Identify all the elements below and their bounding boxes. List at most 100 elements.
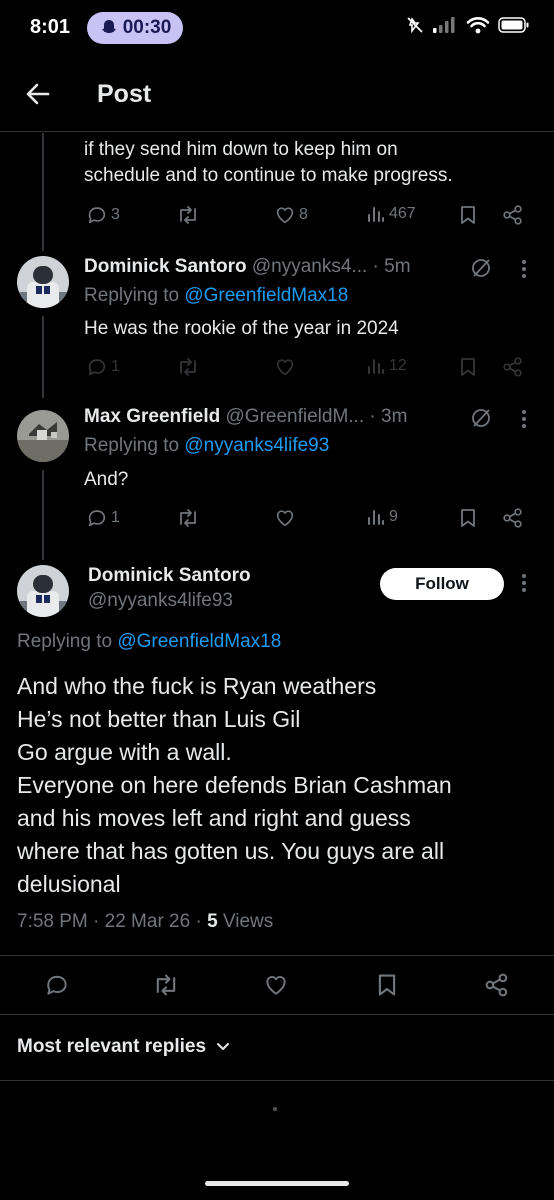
heart-icon bbox=[276, 207, 294, 224]
display-name[interactable]: Max Greenfield bbox=[84, 406, 220, 427]
views-action[interactable]: 467 bbox=[366, 204, 416, 224]
mention-link[interactable]: @GreenfieldMax18 bbox=[117, 631, 281, 652]
post-header: Post bbox=[0, 56, 554, 132]
share-action[interactable] bbox=[502, 356, 524, 378]
text-line: Everyone on here defends Brian Cashman bbox=[17, 772, 452, 798]
views-icon bbox=[368, 207, 384, 222]
views-count: 12 bbox=[389, 357, 407, 374]
handle[interactable]: @nyyanks4life93 bbox=[88, 590, 233, 612]
more-options-icon[interactable] bbox=[521, 257, 527, 281]
replying-to: Replying to @GreenfieldMax18 bbox=[84, 285, 348, 307]
retweet-action[interactable] bbox=[176, 356, 200, 378]
text-line: He’s not better than Luis Gil bbox=[17, 706, 301, 732]
reply-count: 3 bbox=[111, 206, 120, 223]
avatar[interactable] bbox=[17, 410, 69, 462]
bookmark-icon bbox=[378, 974, 396, 996]
more-options-icon[interactable] bbox=[521, 571, 527, 595]
reply2-text: And? bbox=[84, 469, 129, 490]
tweet-meta: 7:58 PM · 22 Mar 26 · 5 Views bbox=[17, 911, 273, 933]
bookmark-icon bbox=[461, 358, 475, 376]
reply-count: 1 bbox=[111, 358, 120, 375]
reply-action[interactable]: 1 bbox=[86, 507, 120, 529]
mention-link[interactable]: @GreenfieldMax18 bbox=[184, 285, 348, 306]
views-count: 9 bbox=[389, 508, 398, 525]
views-action[interactable]: 12 bbox=[366, 356, 407, 376]
handle[interactable]: @nyyanks4... bbox=[252, 256, 367, 277]
replying-prefix: Replying to bbox=[84, 285, 185, 306]
views-action[interactable]: 9 bbox=[366, 507, 398, 527]
timestamp: 7:58 PM · 22 Mar 26 · bbox=[17, 911, 208, 932]
reply-action[interactable]: 1 bbox=[86, 356, 120, 378]
status-icons bbox=[406, 16, 530, 34]
heart-icon bbox=[266, 976, 286, 995]
ghost-icon bbox=[101, 20, 116, 33]
retweet-icon bbox=[156, 974, 176, 996]
bookmark-action[interactable] bbox=[458, 204, 478, 226]
share-action[interactable] bbox=[502, 204, 524, 226]
reply-action[interactable]: 3 bbox=[86, 204, 120, 226]
reply-icon bbox=[47, 975, 67, 995]
follow-button[interactable]: Follow bbox=[380, 568, 504, 600]
reply-icon bbox=[88, 510, 106, 527]
reply1-actions: 1 12 bbox=[86, 356, 536, 382]
prev-tweet-text: if they send him down to keep him on sch… bbox=[84, 137, 544, 189]
share-icon bbox=[485, 973, 508, 997]
replying-prefix: Replying to bbox=[84, 435, 185, 456]
loading-dot bbox=[273, 1107, 277, 1111]
views-icon bbox=[368, 510, 384, 525]
reply1-name-row: Dominick Santoro @nyyanks4... · 5m bbox=[84, 256, 411, 278]
snapchat-timer-pill[interactable]: 00:30 bbox=[87, 12, 183, 44]
share-icon bbox=[503, 205, 522, 225]
like-count: 8 bbox=[299, 206, 308, 223]
replying-prefix: Replying to bbox=[17, 631, 118, 652]
bookmark-action[interactable] bbox=[458, 356, 478, 378]
text-line: Go argue with a wall. bbox=[17, 739, 232, 765]
avatar[interactable] bbox=[17, 565, 69, 617]
handle[interactable]: @GreenfieldM... bbox=[226, 406, 365, 427]
text-line: and his moves left and right and guess bbox=[17, 805, 411, 831]
sort-replies-dropdown[interactable]: Most relevant replies bbox=[17, 1036, 230, 1058]
reply2-actions: 1 9 bbox=[86, 507, 536, 533]
grok-icon[interactable] bbox=[470, 257, 492, 279]
status-bar: 8:01 00:30 bbox=[0, 0, 554, 56]
like-action[interactable] bbox=[274, 356, 296, 378]
share-icon bbox=[503, 508, 522, 528]
views-count: 5 bbox=[207, 911, 218, 932]
bookmark-action[interactable] bbox=[375, 972, 399, 998]
avatar[interactable] bbox=[17, 256, 69, 308]
text-line: delusional bbox=[17, 871, 121, 897]
text-line: schedule and to continue to make progres… bbox=[84, 165, 453, 186]
display-name[interactable]: Dominick Santoro bbox=[88, 565, 251, 587]
sort-label: Most relevant replies bbox=[17, 1036, 207, 1057]
reply2-name-row: Max Greenfield @GreenfieldM... · 3m bbox=[84, 406, 407, 428]
reply-action[interactable] bbox=[44, 972, 70, 998]
reply-icon bbox=[88, 207, 106, 224]
retweet-icon bbox=[180, 509, 196, 527]
main-tweet-text: And who the fuck is Ryan weathers He’s n… bbox=[17, 670, 537, 901]
like-action[interactable]: 8 bbox=[274, 204, 308, 226]
text-line: where that has gotten us. You guys are a… bbox=[17, 838, 445, 864]
avatar-image bbox=[17, 410, 69, 462]
retweet-icon bbox=[180, 206, 196, 224]
retweet-action[interactable] bbox=[176, 204, 200, 226]
views-label: Views bbox=[217, 911, 274, 932]
back-button[interactable] bbox=[22, 78, 54, 110]
grok-icon[interactable] bbox=[470, 407, 492, 429]
retweet-action[interactable] bbox=[176, 507, 200, 529]
views-count: 467 bbox=[389, 205, 416, 222]
bookmark-action[interactable] bbox=[458, 507, 478, 529]
home-indicator[interactable] bbox=[205, 1181, 349, 1186]
timer-text: 00:30 bbox=[122, 17, 172, 38]
retweet-action[interactable] bbox=[152, 972, 180, 998]
reply-icon bbox=[88, 359, 106, 376]
page-title: Post bbox=[97, 80, 152, 108]
like-action[interactable] bbox=[274, 507, 296, 529]
status-time: 8:01 bbox=[30, 16, 71, 38]
prev-tweet-actions: 3 8 467 bbox=[86, 204, 536, 230]
share-action[interactable] bbox=[484, 972, 510, 998]
mention-link[interactable]: @nyyanks4life93 bbox=[184, 435, 329, 456]
like-action[interactable] bbox=[263, 972, 289, 998]
share-action[interactable] bbox=[502, 507, 524, 529]
more-options-icon[interactable] bbox=[521, 407, 527, 431]
display-name[interactable]: Dominick Santoro bbox=[84, 256, 247, 277]
